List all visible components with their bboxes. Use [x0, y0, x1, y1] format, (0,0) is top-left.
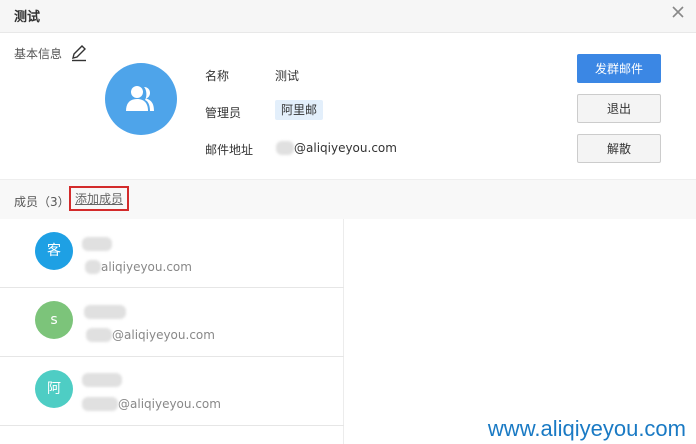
members-header: 成员（3） 添加成员 — [0, 179, 696, 219]
member-email-redacted — [82, 397, 118, 411]
add-member-link[interactable]: 添加成员 — [69, 186, 130, 211]
member-row[interactable]: s @aliqiyeyou.com — [0, 288, 344, 357]
member-avatar: s — [35, 301, 73, 339]
member-email: @aliqiyeyou.com — [118, 397, 221, 411]
member-name-redacted — [82, 373, 122, 387]
dissolve-button[interactable]: 解散 — [577, 134, 661, 163]
group-icon — [126, 86, 154, 111]
email-value: @aliqiyeyou.com — [294, 141, 397, 155]
watermark: www.aliqiyeyou.com — [487, 416, 686, 441]
edit-icon[interactable] — [70, 44, 88, 62]
member-email: @aliqiyeyou.com — [112, 328, 215, 342]
member-row[interactable]: 阿 @aliqiyeyou.com — [0, 357, 344, 426]
member-email: aliqiyeyou.com — [101, 260, 192, 274]
member-email-redacted — [86, 328, 112, 342]
admin-tag: 阿里邮 — [275, 100, 324, 120]
member-avatar: 客 — [35, 232, 73, 270]
name-label: 名称 — [205, 69, 230, 83]
basic-info-label: 基本信息 — [14, 47, 63, 61]
dialog-header: 测试 — [0, 0, 696, 33]
member-row[interactable]: 客 aliqiyeyou.com — [0, 219, 344, 288]
member-avatar: 阿 — [35, 370, 73, 408]
email-label: 邮件地址 — [205, 143, 254, 157]
close-icon[interactable] — [670, 4, 686, 20]
email-redacted — [276, 141, 294, 155]
members-count: 成员（3） — [14, 195, 70, 209]
name-value: 测试 — [275, 69, 300, 83]
member-email-redacted — [85, 260, 101, 274]
member-list: 客 aliqiyeyou.com s @aliqiyeyou.com 阿 @al… — [0, 219, 344, 444]
group-avatar — [105, 63, 177, 135]
send-group-mail-button[interactable]: 发群邮件 — [577, 54, 661, 83]
member-name-redacted — [84, 305, 126, 319]
quit-button[interactable]: 退出 — [577, 94, 661, 123]
admin-label: 管理员 — [205, 106, 242, 120]
dialog-title: 测试 — [14, 10, 41, 25]
member-name-redacted — [82, 237, 112, 251]
